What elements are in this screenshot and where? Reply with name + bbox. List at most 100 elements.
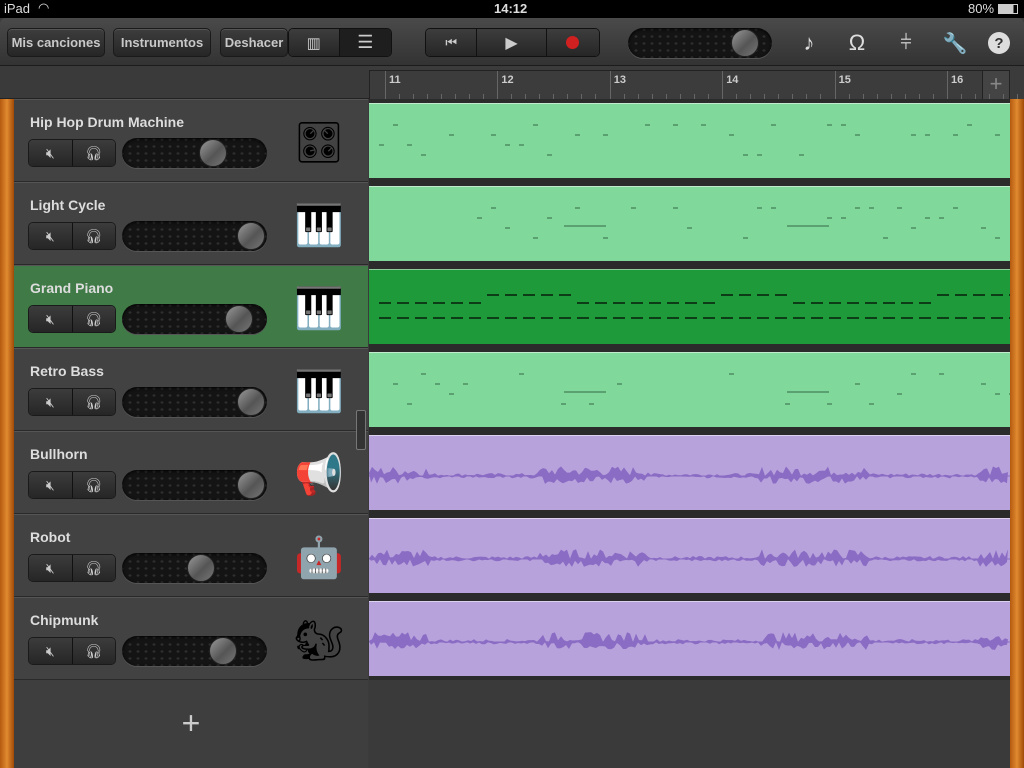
mute-button[interactable]: 🔇︎ bbox=[29, 472, 73, 498]
track-region[interactable] bbox=[369, 352, 1010, 427]
midi-note bbox=[533, 124, 538, 126]
instrument-view-button[interactable]: ▥ bbox=[289, 29, 340, 56]
bar-number: 13 bbox=[613, 74, 627, 86]
midi-note bbox=[701, 124, 706, 126]
solo-button[interactable]: 🎧︎ bbox=[72, 140, 115, 166]
keyboard-synth-icon[interactable]: 🎹 bbox=[290, 363, 348, 421]
track-region[interactable] bbox=[369, 269, 1010, 344]
solo-button[interactable]: 🎧︎ bbox=[72, 638, 115, 664]
tracks-view-button[interactable]: ☰ bbox=[339, 29, 391, 56]
track-header[interactable]: Hip Hop Drum Machine 🔇︎ 🎧︎ 🎛 bbox=[14, 99, 368, 182]
track-volume-slider[interactable] bbox=[122, 636, 267, 666]
clock: 14:12 bbox=[494, 1, 528, 16]
instruments-button[interactable]: Instrumentos bbox=[113, 28, 211, 57]
track-header[interactable]: Bullhorn 🔇︎ 🎧︎ 📢 bbox=[14, 431, 368, 514]
track-header[interactable]: Light Cycle 🔇︎ 🎧︎ 🎹 bbox=[14, 182, 368, 265]
track-region[interactable] bbox=[369, 435, 1010, 510]
track-volume-slider[interactable] bbox=[122, 138, 267, 168]
slider-knob[interactable] bbox=[237, 222, 265, 250]
track-lane[interactable] bbox=[369, 431, 1010, 514]
midi-note bbox=[743, 237, 748, 239]
wrench-icon[interactable]: 🔧 bbox=[942, 30, 968, 56]
midi-note bbox=[487, 294, 499, 296]
track-volume-slider[interactable] bbox=[122, 553, 267, 583]
slider-knob[interactable] bbox=[237, 388, 265, 416]
track-volume-slider[interactable] bbox=[122, 304, 267, 334]
slider-knob[interactable] bbox=[224, 305, 253, 333]
track-region[interactable] bbox=[369, 518, 1010, 593]
slider-knob[interactable] bbox=[187, 554, 216, 582]
slider-knob[interactable] bbox=[208, 637, 237, 665]
track-lane[interactable] bbox=[369, 265, 1010, 348]
mute-button[interactable]: 🔇︎ bbox=[29, 140, 73, 166]
loop-icon[interactable]: Ω bbox=[844, 30, 870, 56]
undo-button[interactable]: Deshacer bbox=[220, 28, 288, 57]
track-region[interactable] bbox=[369, 186, 1010, 261]
track-volume-slider[interactable] bbox=[122, 470, 267, 500]
mute-solo-group: 🔇︎ 🎧︎ bbox=[28, 305, 116, 333]
solo-button[interactable]: 🎧︎ bbox=[72, 555, 115, 581]
midi-note bbox=[451, 317, 463, 319]
track-header[interactable]: Grand Piano 🔇︎ 🎧︎ 🎹 bbox=[14, 265, 368, 348]
mixer-icon[interactable]: ⫩ bbox=[893, 30, 919, 56]
midi-note bbox=[433, 302, 445, 304]
solo-button[interactable]: 🎧︎ bbox=[72, 472, 115, 498]
slider-knob[interactable] bbox=[237, 471, 265, 499]
mute-solo-group: 🔇︎ 🎧︎ bbox=[28, 471, 116, 499]
midi-note bbox=[721, 317, 733, 319]
track-lane[interactable] bbox=[369, 514, 1010, 597]
metronome-icon[interactable]: ♪ bbox=[796, 30, 822, 56]
midi-note bbox=[469, 317, 481, 319]
drum-machine-icon[interactable]: 🎛 bbox=[290, 114, 348, 172]
midi-note bbox=[955, 317, 967, 319]
track-lane[interactable] bbox=[369, 348, 1010, 431]
track-header[interactable]: Retro Bass 🔇︎ 🎧︎ 🎹 bbox=[14, 348, 368, 431]
track-header[interactable]: Robot 🔇︎ 🎧︎ 🤖 bbox=[14, 514, 368, 597]
midi-note bbox=[397, 302, 409, 304]
slider-knob[interactable] bbox=[730, 29, 759, 57]
track-lane[interactable] bbox=[369, 597, 1010, 680]
track-lane[interactable] bbox=[369, 99, 1010, 182]
mute-solo-group: 🔇︎ 🎧︎ bbox=[28, 554, 116, 582]
track-region[interactable] bbox=[369, 601, 1010, 676]
solo-button[interactable]: 🎧︎ bbox=[72, 223, 115, 249]
solo-button[interactable]: 🎧︎ bbox=[72, 306, 115, 332]
bullhorn-icon[interactable]: 📢 bbox=[290, 446, 348, 504]
midi-note bbox=[729, 373, 734, 375]
solo-button[interactable]: 🎧︎ bbox=[72, 389, 115, 415]
midi-note bbox=[827, 403, 832, 405]
midi-note bbox=[937, 317, 949, 319]
mute-button[interactable]: 🔇︎ bbox=[29, 555, 73, 581]
my-songs-button[interactable]: Mis canciones bbox=[7, 28, 105, 57]
track-volume-slider[interactable] bbox=[122, 387, 267, 417]
mute-button[interactable]: 🔇︎ bbox=[29, 306, 73, 332]
rewind-button[interactable]: ⏮ bbox=[426, 29, 478, 56]
robot-icon[interactable]: 🤖 bbox=[290, 529, 348, 587]
record-button[interactable] bbox=[546, 29, 599, 56]
grand-piano-icon[interactable]: 🎹 bbox=[290, 280, 348, 338]
mute-button[interactable]: 🔇︎ bbox=[29, 638, 73, 664]
master-volume-slider[interactable] bbox=[628, 28, 772, 58]
mute-button[interactable]: 🔇︎ bbox=[29, 223, 73, 249]
chipmunk-icon[interactable]: 🐿 bbox=[290, 612, 348, 670]
resize-handle[interactable] bbox=[356, 410, 366, 450]
add-section-button[interactable]: + bbox=[982, 71, 1009, 99]
keyboard-synth-icon[interactable]: 🎹 bbox=[290, 197, 348, 255]
add-track-button[interactable]: + bbox=[14, 680, 368, 768]
slider-knob[interactable] bbox=[198, 139, 227, 167]
track-header[interactable]: Chipmunk 🔇︎ 🎧︎ 🐿 bbox=[14, 597, 368, 680]
midi-note bbox=[897, 393, 902, 395]
help-icon[interactable]: ? bbox=[988, 32, 1010, 54]
track-lane[interactable] bbox=[369, 182, 1010, 265]
track-volume-slider[interactable] bbox=[122, 221, 267, 251]
midi-note bbox=[393, 383, 398, 385]
timeline-ruler[interactable]: + 11 12 13 14 15 16 bbox=[369, 70, 1018, 99]
midi-note bbox=[829, 317, 841, 319]
midi-note bbox=[721, 294, 733, 296]
mute-button[interactable]: 🔇︎ bbox=[29, 389, 73, 415]
play-button[interactable]: ▶ bbox=[477, 29, 547, 56]
midi-note bbox=[649, 302, 661, 304]
midi-note bbox=[981, 227, 986, 229]
track-region[interactable] bbox=[369, 103, 1010, 178]
view-toggle: ▥ ☰ bbox=[288, 28, 392, 57]
